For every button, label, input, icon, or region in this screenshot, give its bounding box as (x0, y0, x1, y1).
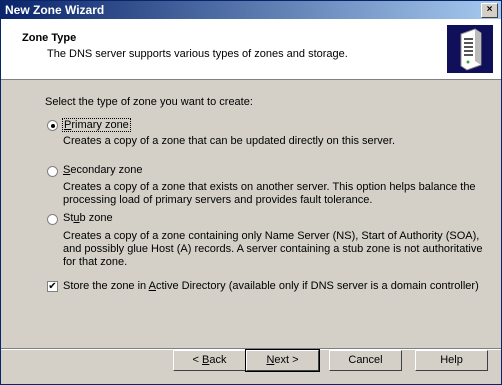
wizard-content: Select the type of zone you want to crea… (1, 80, 501, 348)
primary-zone-desc: Creates a copy of a zone that can be upd… (63, 135, 396, 147)
help-button[interactable]: Help (415, 350, 488, 371)
title-bar[interactable]: New Zone Wizard × (1, 1, 501, 19)
next-button[interactable]: Next > (245, 349, 320, 372)
close-button[interactable]: × (481, 3, 498, 18)
stub-zone-radio[interactable] (47, 214, 58, 225)
window-title: New Zone Wizard (5, 3, 105, 17)
wizard-header: Zone Type The DNS server supports variou… (1, 19, 501, 80)
stub-zone-desc: Creates a copy of a zone containing only… (63, 230, 483, 268)
primary-zone-label[interactable]: Primary zone (62, 118, 131, 132)
zone-type-prompt: Select the type of zone you want to crea… (45, 96, 253, 108)
cancel-button[interactable]: Cancel (329, 350, 402, 371)
page-subtitle: The DNS server supports various types of… (47, 48, 348, 60)
secondary-zone-label[interactable]: Secondary zone (63, 164, 143, 176)
primary-zone-radio[interactable] (47, 120, 58, 131)
ad-store-label[interactable]: Store the zone in Active Directory (avai… (63, 280, 479, 292)
ad-store-checkbox[interactable]: ✔ (47, 281, 58, 292)
secondary-zone-desc: Creates a copy of a zone that exists on … (63, 181, 476, 206)
wizard-window: New Zone Wizard × Zone Type The DNS serv… (0, 0, 502, 385)
stub-zone-label[interactable]: Stub zone (63, 212, 113, 224)
page-title: Zone Type (22, 32, 77, 44)
server-icon (447, 25, 493, 73)
back-button[interactable]: < Back (173, 350, 246, 371)
secondary-zone-radio[interactable] (47, 166, 58, 177)
